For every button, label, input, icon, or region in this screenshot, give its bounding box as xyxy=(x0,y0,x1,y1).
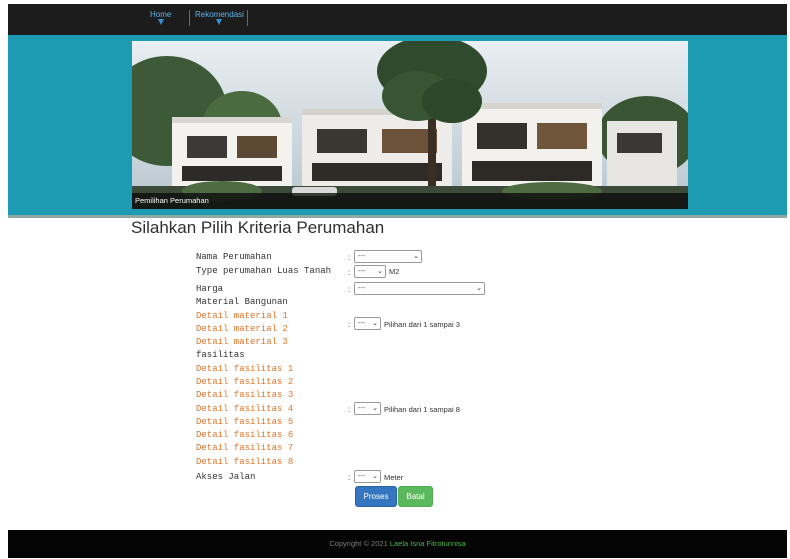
select-fasilitas[interactable]: --- ⌄ xyxy=(354,402,381,415)
select-value: --- xyxy=(358,253,365,260)
label-detail-fasilitas: Detail fasilitas 6 xyxy=(196,430,294,440)
field-colon: : xyxy=(348,253,351,262)
nav-rekomendasi-link[interactable]: Rekomendasi xyxy=(195,10,244,25)
label-detail-material: Detail material 3 xyxy=(196,337,288,347)
unit-luas: M2 xyxy=(389,267,400,276)
select-nama-perumahan[interactable]: --- ⌄ xyxy=(354,250,422,263)
select-value: --- xyxy=(358,405,365,412)
chevron-down-icon: ⌄ xyxy=(372,320,378,327)
select-material[interactable]: --- ⌄ xyxy=(354,317,381,330)
select-harga[interactable]: --- ⌄ xyxy=(354,282,485,295)
select-value: --- xyxy=(358,285,365,292)
select-value: --- xyxy=(358,473,365,480)
nav-divider xyxy=(189,10,190,26)
hint-fasilitas: Pilihan dari 1 sampai 8 xyxy=(384,405,460,414)
label-material-bangunan: Material Bangunan xyxy=(196,297,288,307)
proses-button[interactable]: Proses xyxy=(355,486,397,507)
label-akses-jalan: Akses Jalan xyxy=(196,472,256,482)
label-detail-fasilitas: Detail fasilitas 7 xyxy=(196,443,294,453)
select-value: --- xyxy=(358,320,365,327)
field-colon: : xyxy=(348,320,351,329)
label-detail-fasilitas: Detail fasilitas 2 xyxy=(196,377,294,387)
banner-image: Pemilihan Perumahan xyxy=(132,41,688,209)
label-detail-fasilitas: Detail fasilitas 4 xyxy=(196,404,294,414)
label-detail-fasilitas: Detail fasilitas 8 xyxy=(196,457,294,467)
label-detail-material: Detail material 2 xyxy=(196,324,288,334)
select-akses-jalan[interactable]: --- ⌄ xyxy=(354,470,381,483)
housing-photo xyxy=(132,41,688,209)
label-detail-material: Detail material 1 xyxy=(196,311,288,321)
caret-down-icon xyxy=(216,19,223,25)
chevron-down-icon: ⌄ xyxy=(377,268,383,275)
nav-home-label: Home xyxy=(150,10,172,19)
batal-button[interactable]: Batal xyxy=(398,486,433,507)
chevron-down-icon: ⌄ xyxy=(372,473,378,480)
chevron-down-icon: ⌄ xyxy=(476,285,482,292)
label-detail-fasilitas: Detail fasilitas 5 xyxy=(196,417,294,427)
label-detail-fasilitas: Detail fasilitas 3 xyxy=(196,390,294,400)
banner-divider xyxy=(8,215,787,218)
nav-home-link[interactable]: Home xyxy=(150,10,172,25)
select-value: --- xyxy=(358,268,365,275)
footer: Copyright © 2021 Laela Isna Fitrotunnisa xyxy=(8,530,787,558)
field-colon: : xyxy=(348,285,351,294)
nav-divider xyxy=(247,10,248,26)
chevron-down-icon: ⌄ xyxy=(372,405,378,412)
label-nama-perumahan: Nama Perumahan xyxy=(196,252,272,262)
label-fasilitas: fasilitas xyxy=(196,350,245,360)
top-navbar: Home Rekomendasi xyxy=(8,4,787,35)
label-harga: Harga xyxy=(196,284,224,294)
label-type-luas-tanah: Type perumahan Luas Tanah xyxy=(196,266,332,276)
footer-author: Laela Isna Fitrotunnisa xyxy=(389,539,466,548)
caret-down-icon xyxy=(157,19,164,25)
nav-rekomendasi-label: Rekomendasi xyxy=(195,10,244,19)
hint-material: Pilihan dari 1 sampai 3 xyxy=(384,320,460,329)
field-colon: : xyxy=(348,268,351,277)
unit-akses: Meter xyxy=(384,473,404,482)
page-title: Silahkan Pilih Kriteria Perumahan xyxy=(131,218,385,237)
field-colon: : xyxy=(348,473,351,482)
footer-copyright: Copyright © 2021 xyxy=(329,539,388,548)
label-detail-fasilitas: Detail fasilitas 1 xyxy=(196,364,294,374)
select-luas-tanah[interactable]: --- ⌄ xyxy=(354,265,386,278)
chevron-down-icon: ⌄ xyxy=(413,253,419,260)
banner-caption: Pemilihan Perumahan xyxy=(132,193,688,209)
field-colon: : xyxy=(348,405,351,414)
